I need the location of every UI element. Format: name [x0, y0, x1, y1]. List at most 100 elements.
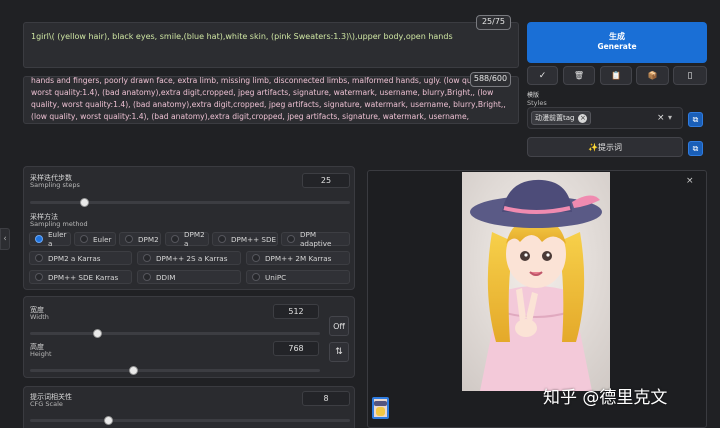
sampler-option[interactable]: DPM2 a	[165, 230, 209, 248]
watermark: 知乎 @德里克文	[543, 388, 668, 408]
height-input[interactable]: 768	[273, 341, 319, 356]
sampler-option-label: Euler	[93, 234, 112, 244]
sampler-option[interactable]: Euler	[74, 232, 116, 246]
sampler-option-label: DPM adaptive	[300, 230, 332, 248]
swap-dimensions-button[interactable]: ⇅	[329, 342, 349, 362]
sampler-option[interactable]: UniPC	[246, 270, 350, 284]
width-slider[interactable]	[30, 332, 320, 335]
width-label-en: Width	[30, 313, 49, 321]
sampling-steps-input[interactable]: 25	[302, 173, 350, 188]
radio-icon	[143, 254, 151, 262]
radio-icon	[80, 235, 88, 243]
cfg-panel: 提示词相关性 CFG Scale 8	[23, 386, 355, 428]
sampler-option-label: DPM++ SDE	[231, 234, 277, 244]
sampling-method-label-en: Sampling method	[30, 220, 88, 228]
sampler-option[interactable]: DPM2	[119, 232, 161, 246]
cfg-label-en: CFG Scale	[30, 400, 63, 408]
sampler-option-label: UniPC	[265, 272, 287, 282]
width-input[interactable]: 512	[273, 304, 319, 319]
hint-side-icon: ⧉	[692, 143, 699, 153]
close-icon[interactable]: ×	[686, 176, 694, 186]
generate-button[interactable]: 生成 Generate	[527, 22, 707, 63]
check-button[interactable]: ✓	[527, 66, 558, 85]
tag-close-icon[interactable]: ×	[578, 113, 588, 123]
sampler-option[interactable]: DPM++ SDE Karras	[29, 270, 132, 284]
sampler-option[interactable]: DPM++ 2S a Karras	[137, 251, 241, 265]
hires-off-button[interactable]: Off	[329, 316, 349, 336]
clear-icon[interactable]: ×	[657, 113, 665, 123]
sampling-steps-label-en: Sampling steps	[30, 181, 80, 189]
sampling-steps-thumb[interactable]	[80, 198, 89, 207]
sampling-panel: 采样迭代步数 Sampling steps 25 采样方法 Sampling m…	[23, 166, 355, 290]
styles-label-en: Styles	[527, 99, 547, 107]
trash-button[interactable]: 🗑	[563, 66, 595, 85]
radio-icon	[252, 273, 260, 281]
cfg-thumb[interactable]	[104, 416, 113, 425]
chevron-left-icon: ‹	[3, 234, 7, 244]
generate-label-en: Generate	[597, 42, 637, 51]
trash-icon: 🗑	[573, 71, 585, 80]
sampler-option-label: DPM2 a Karras	[48, 253, 101, 263]
cfg-slider[interactable]	[30, 419, 350, 422]
sampler-option[interactable]: DPM++ 2M Karras	[246, 251, 350, 265]
radio-icon	[171, 235, 179, 243]
styles-tag-label: 动漫前置tag	[535, 114, 575, 122]
sampler-option-label: DPM2	[138, 234, 159, 244]
prompt-hint-button[interactable]: ✨提示词	[527, 137, 683, 157]
sampler-option-label: DPM++ 2M Karras	[265, 253, 332, 263]
positive-prompt-text[interactable]: 1girl\( (yellow hair), black eyes, smile…	[31, 31, 471, 42]
page-button[interactable]: ▯	[673, 66, 707, 85]
positive-prompt-box[interactable]: 1girl\( (yellow hair), black eyes, smile…	[23, 22, 519, 68]
apply-style-button[interactable]: ⧉	[688, 112, 703, 127]
height-label-en: Height	[30, 350, 52, 358]
archive-button[interactable]: 📦	[636, 66, 669, 85]
left-collapse-toggle[interactable]: ‹	[0, 228, 10, 250]
sampler-option-label: Euler a	[48, 230, 67, 248]
archive-icon: 📦	[647, 71, 658, 80]
swap-icon: ⇅	[335, 347, 343, 357]
width-thumb[interactable]	[93, 329, 102, 338]
styles-select[interactable]: 动漫前置tag × × ▾	[527, 107, 683, 129]
height-slider[interactable]	[30, 369, 320, 372]
radio-icon	[125, 235, 133, 243]
sampler-option-label: DDIM	[156, 272, 176, 282]
sampler-option-label: DPM2 a	[184, 230, 205, 248]
radio-icon	[143, 273, 151, 281]
radio-icon	[35, 273, 43, 281]
sampler-option-label: DPM++ SDE Karras	[48, 272, 119, 282]
styles-selected-tag[interactable]: 动漫前置tag ×	[531, 111, 592, 125]
off-label: Off	[333, 321, 345, 331]
apply-style-icon: ⧉	[692, 114, 699, 124]
radio-icon	[218, 235, 226, 243]
radio-icon	[35, 254, 43, 262]
sampler-option[interactable]: Euler a	[29, 230, 71, 248]
sampling-steps-slider[interactable]	[30, 201, 350, 204]
height-thumb[interactable]	[129, 366, 138, 375]
negative-prompt-text[interactable]: hands and fingers, poorly drawn face, ex…	[31, 77, 511, 123]
size-panel: 宽度 Width 512 高度 Height 768 Off ⇅	[23, 296, 355, 378]
cfg-input[interactable]: 8	[302, 391, 350, 406]
page-icon: ▯	[687, 70, 693, 81]
sampler-option[interactable]: DPM2 a Karras	[29, 251, 132, 265]
positive-token-counter: 25/75	[476, 15, 511, 30]
sampler-option[interactable]: DDIM	[137, 270, 241, 284]
negative-prompt-box[interactable]: hands and fingers, poorly drawn face, ex…	[23, 76, 519, 124]
clipboard-button[interactable]: 📋	[600, 66, 632, 85]
sampler-option[interactable]: DPM++ SDE	[212, 232, 278, 246]
hint-side-button[interactable]: ⧉	[688, 141, 703, 156]
generated-image[interactable]	[462, 172, 610, 391]
radio-icon	[252, 254, 260, 262]
thumbnail-hat	[374, 401, 387, 406]
sampler-option-label: DPM++ 2S a Karras	[156, 253, 228, 263]
prompt-hint-label: ✨提示词	[588, 142, 622, 152]
clipboard-icon: 📋	[611, 71, 621, 80]
radio-icon	[287, 235, 295, 243]
sampler-option[interactable]: DPM adaptive	[281, 230, 350, 248]
chevron-down-icon[interactable]: ▾	[668, 113, 672, 122]
negative-token-counter: 588/600	[470, 72, 511, 87]
generate-label-cn: 生成	[609, 32, 625, 41]
radio-icon	[35, 235, 43, 243]
thumbnail-hair	[376, 407, 385, 416]
check-icon: ✓	[538, 70, 547, 81]
gallery-thumbnail[interactable]	[372, 397, 389, 419]
